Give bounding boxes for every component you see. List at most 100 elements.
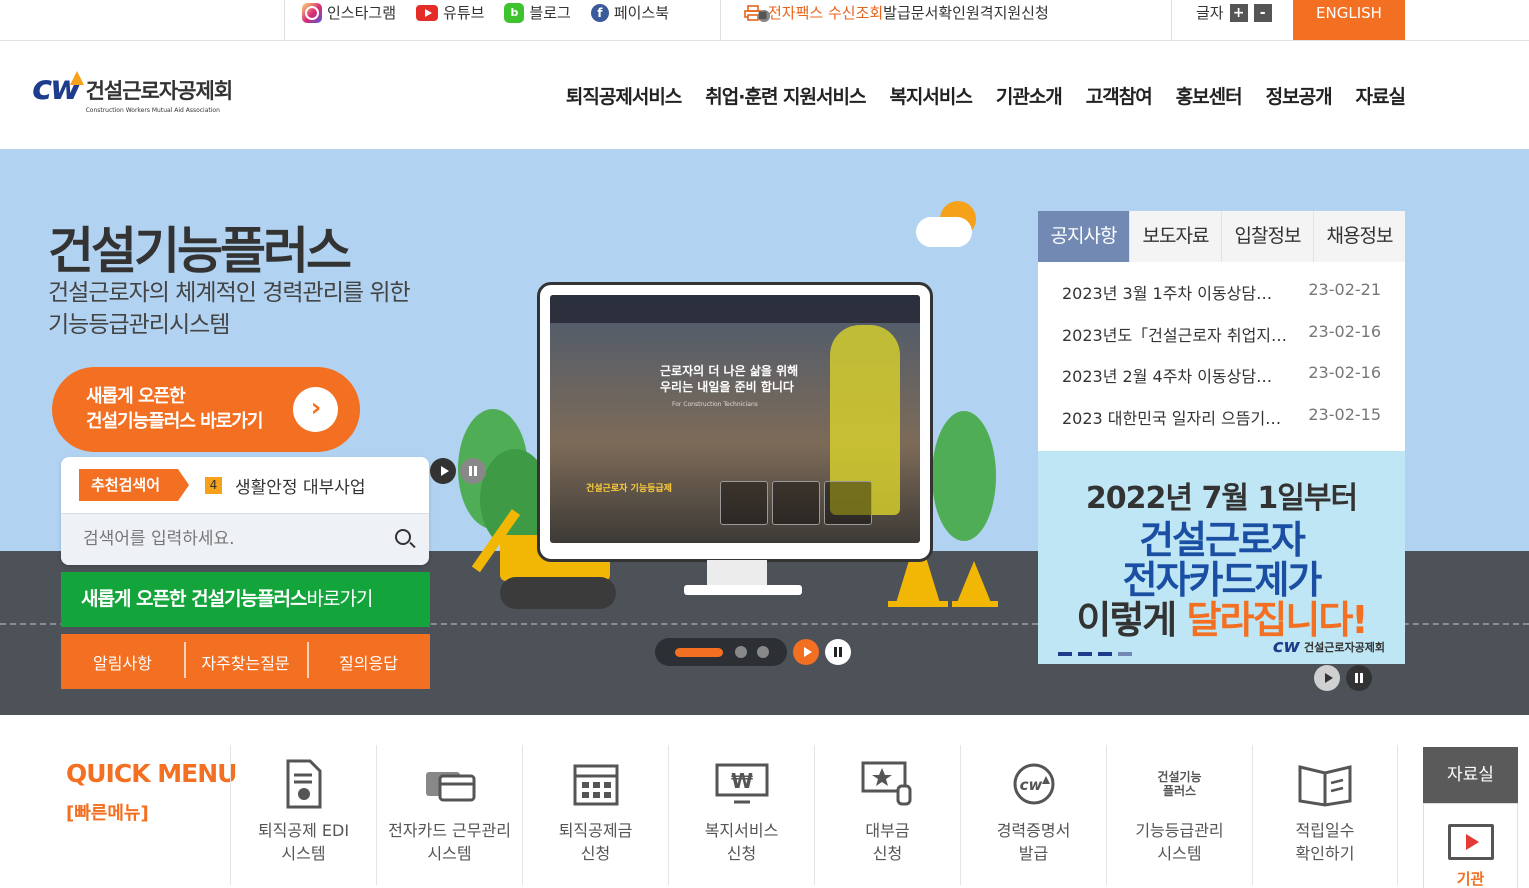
play-icon [1324,673,1333,683]
font-decrease-button[interactable]: - [1253,3,1272,22]
banner-play-button[interactable] [1314,665,1340,691]
logo-text: 건설근로자공제회 Construction Workers Mutual Aid… [85,69,234,114]
hero-subtitle: 건설근로자의 체계적인 경력관리를 위한 기능등급관리시스템 [48,277,468,341]
skills-plus-shortcut-button[interactable]: 새롭게 오픈한 건설기능플러스바로가기 [61,572,430,627]
separator-dot: ■ [758,10,770,22]
nav-archive[interactable]: 자료실 [1356,82,1406,109]
utility-links: 전자팩스 수신조회 ■ 발급문서확인 ■ 원격지원신청 [744,2,1049,23]
quick-skills-grade[interactable]: 건설기능 플러스 기능등급관리 시스템 [1106,745,1252,885]
font-size-control: 글자 + - [1196,2,1272,23]
quick-accrual-days[interactable]: 적립일수 확인하기 [1252,745,1398,885]
logo-mark: cw [32,68,84,108]
youtube-link[interactable]: 유튜브 [416,2,484,23]
nav-pr[interactable]: 홍보센터 [1176,82,1243,109]
help-tabs: 알림사항 자주찾는질문 질의응답 [61,634,430,689]
e-card-banner[interactable]: 2022년 7월 1일부터 건설근로자 전자카드제가 이렇게 달라집니다! cw… [1038,451,1405,664]
divider [720,0,721,41]
blog-link[interactable]: b 블로그 [504,2,571,23]
tab-notice[interactable]: 공지사항 [1038,211,1129,262]
nav-about[interactable]: 기관소개 [996,82,1063,109]
recommended-keyword-rank: 4 [205,477,222,494]
slide-dot[interactable] [735,646,747,658]
play-button[interactable] [430,458,456,484]
tree-icon [932,411,996,541]
header: cw 건설근로자공제회 Construction Workers Mutual … [0,41,1529,149]
board-list: 2023년 3월 1주차 이동상담… 23-02-21 2023년도「건설근로자… [1038,262,1405,446]
quick-edi[interactable]: 퇴직공제 EDI 시스템 [230,745,376,885]
facebook-icon: f [590,3,609,22]
quick-menu-title: QUICK MENU [66,759,237,788]
cone-base [888,601,948,607]
screen-header [550,295,920,323]
hero-cta-button[interactable]: 새롭게 오픈한 건설기능플러스 바로가기 › [52,367,360,452]
facebook-link[interactable]: f 페이스북 [590,2,669,23]
quick-menu-list: 퇴직공제 EDI 시스템 전자카드 근무관리 시스템 퇴직공제금 신청 ₩ 복지서비스… [230,745,1398,885]
logo-english: Construction Workers Mutual Aid Associat… [85,107,220,114]
pause-icon [469,466,477,476]
list-item[interactable]: 2023년도「건설근로자 취업지… 23-02-16 [1062,322,1381,364]
quick-ecard[interactable]: 전자카드 근무관리 시스템 [376,745,522,885]
slide-dot[interactable] [757,646,769,658]
pause-button[interactable] [460,458,486,484]
list-item[interactable]: 2023 대한민국 일자리 으뜸기… 23-02-15 [1062,405,1381,447]
skills-plus-icon-text: 건설기능 [1157,770,1202,784]
remote-support-link[interactable]: 원격지원신청 [966,2,1049,23]
tab-notices[interactable]: 알림사항 [61,650,184,674]
slide-play-button[interactable] [793,639,819,665]
list-item[interactable]: 2023년 2월 4주차 이동상담… 23-02-16 [1062,363,1381,405]
banner-controls [1314,665,1372,691]
quick-career-cert[interactable]: cw 경력증명서 발급 [960,745,1106,885]
calendar-icon [568,757,624,811]
skills-plus-shortcut-normal: 바로가기 [306,588,373,610]
slide-dot-active[interactable] [675,648,723,657]
card-icon [422,757,478,811]
tab-recruit[interactable]: 채용정보 [1313,211,1405,262]
site-logo[interactable]: cw 건설근로자공제회 Construction Workers Mutual … [32,68,234,114]
monitor-base [684,585,802,595]
video-play-icon[interactable] [1447,824,1494,860]
quick-skills-grade-label: 기능등급관리 시스템 [1135,821,1224,863]
banner-pause-button[interactable] [1346,665,1372,691]
nav-customer[interactable]: 고객참여 [1086,82,1153,109]
banner-indicator [1058,652,1132,656]
font-increase-button[interactable]: + [1229,3,1248,22]
youtube-icon [416,4,439,21]
quick-welfare-label: 복지서비스 신청 [704,821,779,863]
search-input[interactable] [61,514,361,564]
nav-disclosure[interactable]: 정보공개 [1266,82,1333,109]
nav-welfare[interactable]: 복지서비스 [889,82,972,109]
screen-boxes [720,481,872,525]
skills-plus-icon-text-2: 플러스 [1162,784,1197,798]
visual-controls [430,458,486,484]
recommended-keyword[interactable]: 생활안정 대부사업 [235,473,366,498]
instagram-link[interactable]: 인스타그램 [302,2,396,23]
quick-ecard-label: 전자카드 근무관리 시스템 [388,821,511,863]
slide-pause-button[interactable] [825,639,851,665]
quick-career-cert-label: 경력증명서 발급 [996,821,1071,863]
hero-subtitle-line-1: 건설근로자의 체계적인 경력관리를 위한 [48,280,411,306]
tab-faq[interactable]: 자주찾는질문 [184,641,307,678]
tab-qna[interactable]: 질의응답 [307,641,430,678]
english-button[interactable]: ENGLISH [1293,0,1405,40]
hero-visual: 근로자의 더 나은 삶을 위해 우리는 내일을 준비 합니다 For Const… [0,149,1529,715]
list-item[interactable]: 2023년 3월 1주차 이동상담… 23-02-21 [1062,280,1381,322]
slide-controls [793,639,851,665]
top-utility-bar: 인스타그램 유튜브 b 블로그 f 페이스북 전자팩스 수신조회 ■ 발급문서확… [0,0,1529,41]
nav-employment[interactable]: 취업·훈련 지원서비스 [705,82,866,109]
nav-retirement[interactable]: 퇴직공제서비스 [566,82,682,109]
tab-press[interactable]: 보도자료 [1129,211,1221,262]
banner-line-4a: 이렇게 [1076,598,1187,642]
screen-line-1: 근로자의 더 나은 삶을 위해 [660,364,799,378]
list-item-title: 2023년도「건설근로자 취업지… [1062,325,1288,345]
star-monitor-icon [860,757,916,811]
quick-welfare[interactable]: ₩ 복지서비스 신청 [668,745,814,885]
quick-retirement-claim[interactable]: 퇴직공제금 신청 [522,745,668,885]
doc-check-link[interactable]: 발급문서확인 [883,2,966,23]
search-icon[interactable] [395,529,411,545]
screen-english: For Construction Technicians [672,401,758,408]
search-box: 추천검색어 4 생활안정 대부사업 [61,457,429,565]
quick-loan[interactable]: 대부금 신청 [814,745,960,885]
svg-text:cw: cw [1019,776,1042,794]
side-archive-tab[interactable]: 자료실 [1423,747,1518,803]
tab-bid[interactable]: 입찰정보 [1221,211,1313,262]
